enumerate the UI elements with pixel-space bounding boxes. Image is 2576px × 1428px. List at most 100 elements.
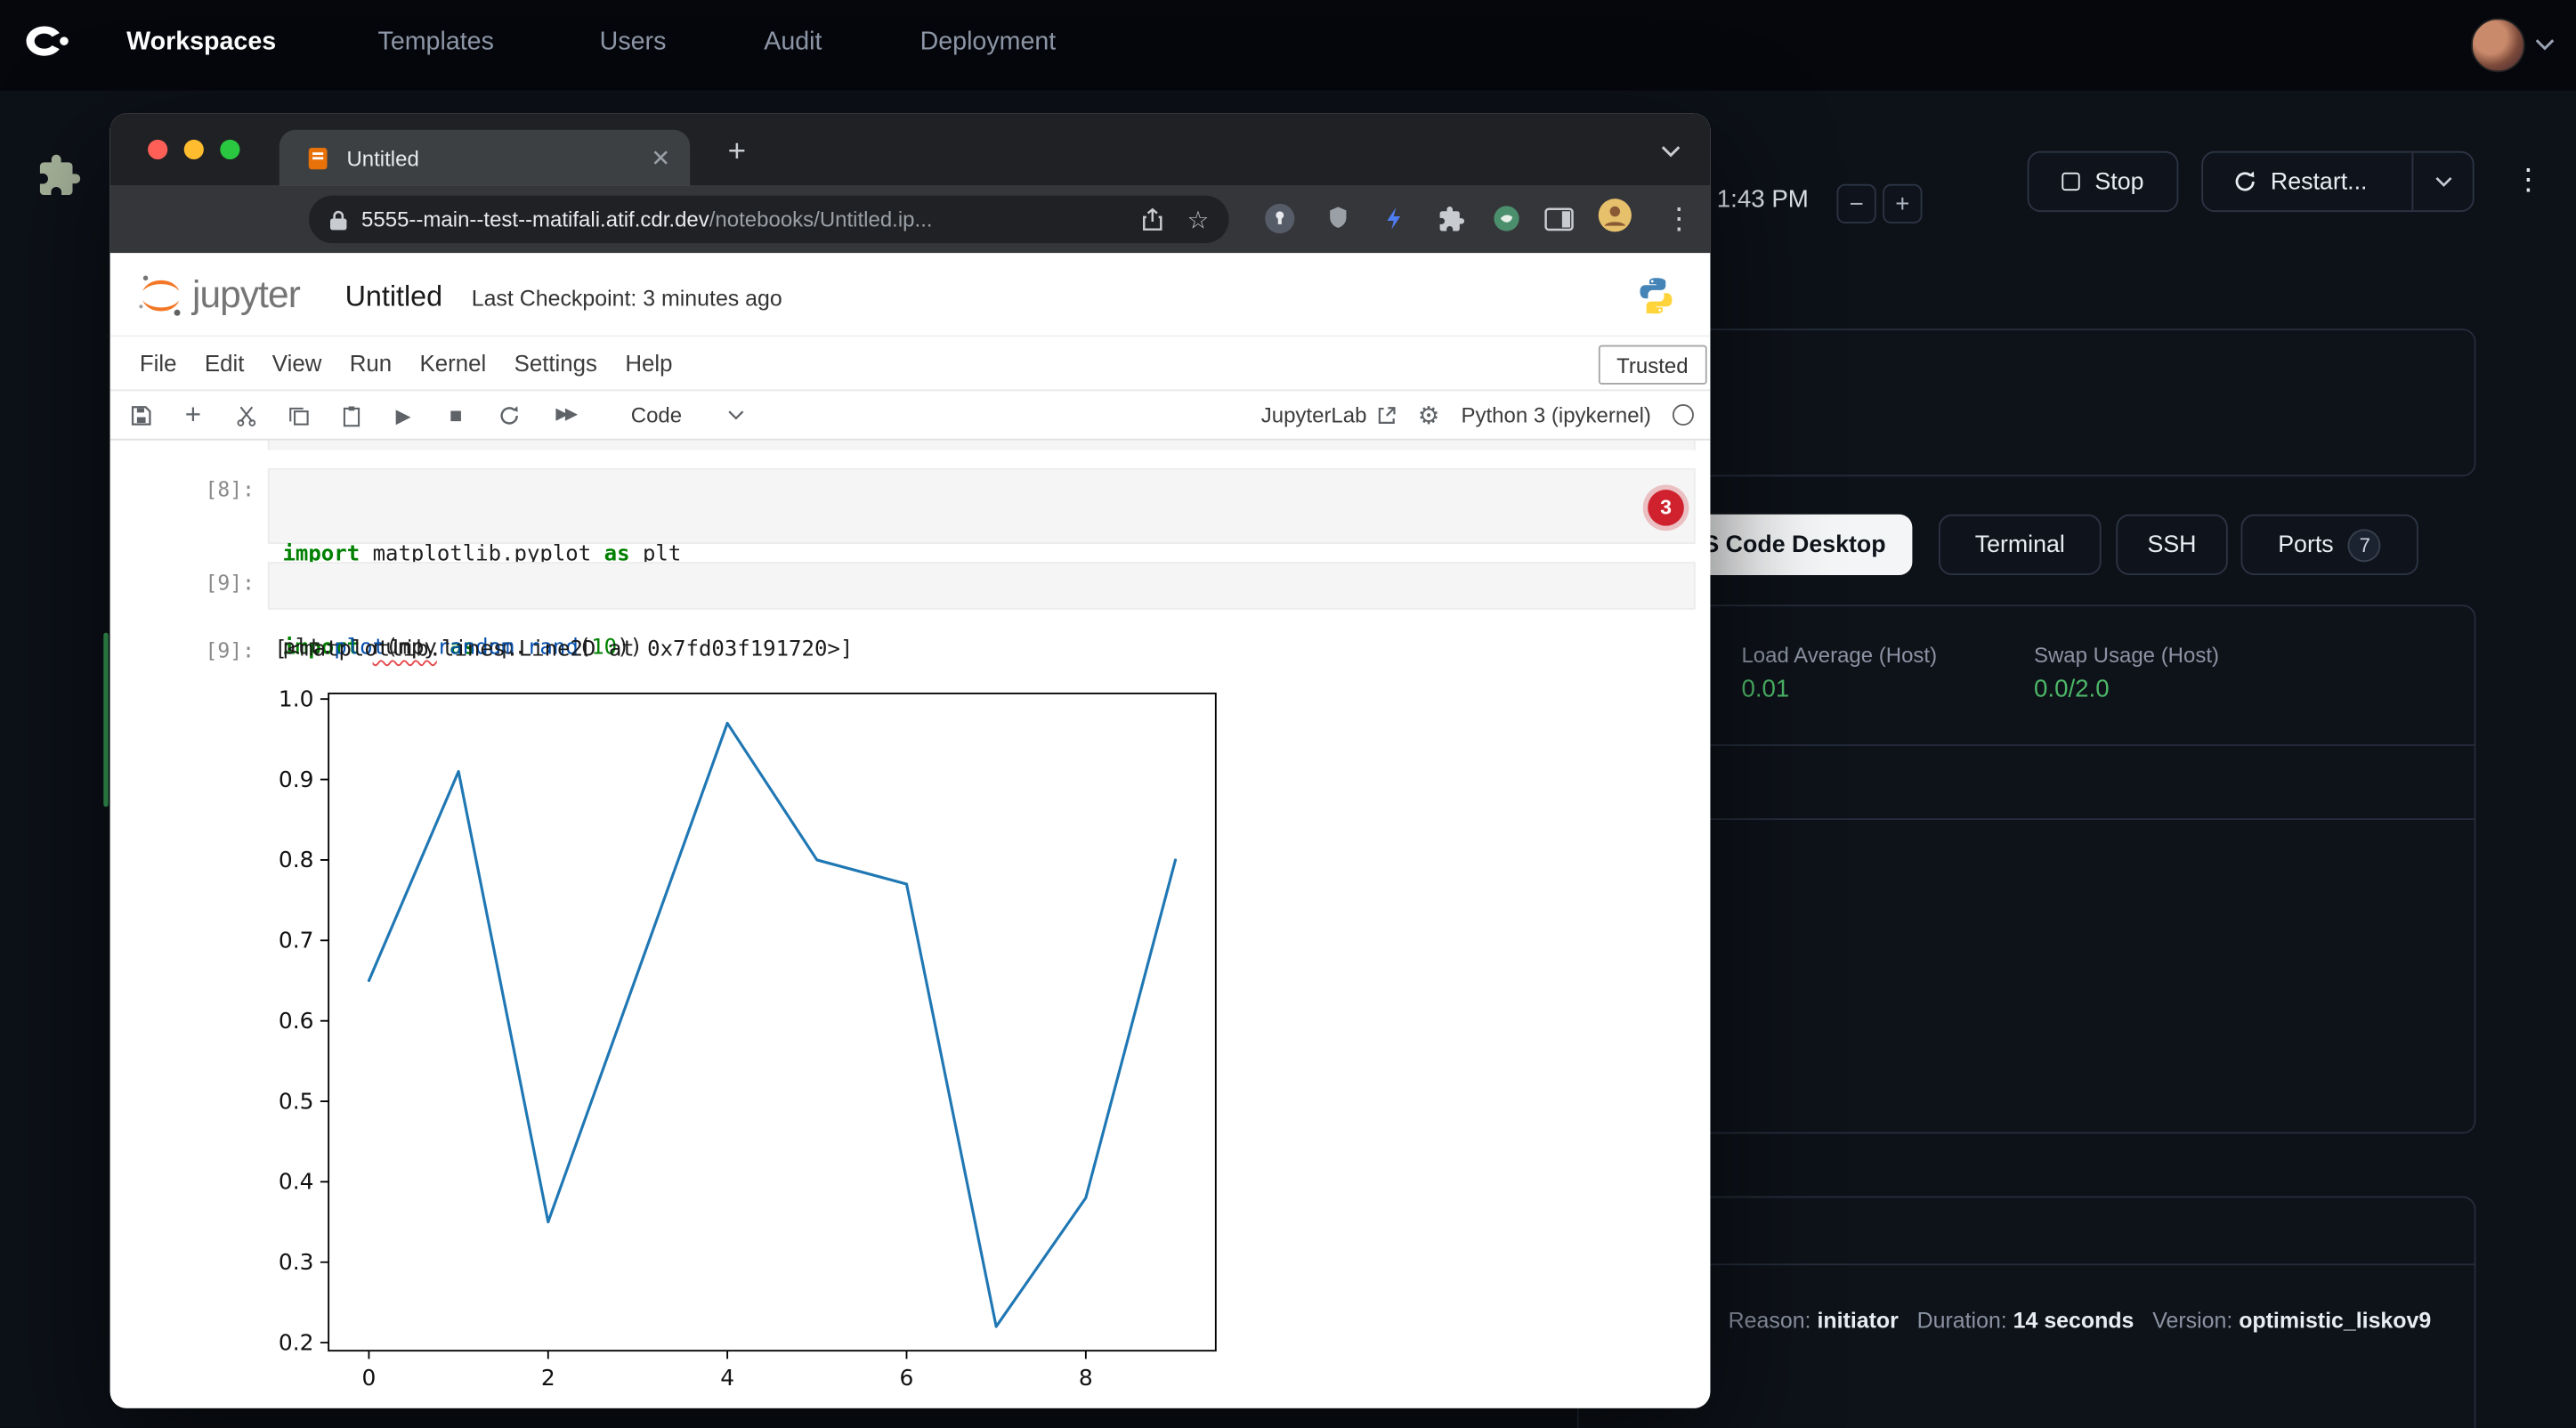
- menu-edit[interactable]: Edit: [205, 350, 245, 377]
- sidebar-toggle-icon[interactable]: [1541, 200, 1577, 237]
- settings-gear-icon[interactable]: ⚙: [1418, 400, 1440, 429]
- terminal-button[interactable]: Terminal: [1939, 515, 2102, 575]
- svg-text:0.2: 0.2: [279, 1329, 314, 1355]
- maximize-window-button[interactable]: [220, 140, 239, 159]
- nav-deployment[interactable]: Deployment: [920, 28, 1057, 57]
- run-cell-icon[interactable]: ▶: [389, 401, 417, 428]
- minimize-window-button[interactable]: [184, 140, 204, 159]
- cell8-input[interactable]: import matplotlib.pyplot as plt import n…: [268, 468, 1696, 544]
- trusted-button[interactable]: Trusted: [1599, 345, 1706, 385]
- jupyter-menubar: File Edit View Run Kernel Settings Help …: [110, 337, 1711, 391]
- restart-button[interactable]: Restart...: [2203, 168, 2397, 195]
- extensions-puzzle-icon[interactable]: [1432, 200, 1469, 237]
- vscode-desktop-label: VS Code Desktop: [1688, 531, 1886, 558]
- open-jupyterlab-link[interactable]: JupyterLab: [1261, 402, 1397, 427]
- green-extension-icon[interactable]: [1488, 200, 1525, 237]
- share-icon[interactable]: [1139, 207, 1164, 233]
- address-bar[interactable]: 5555--main--test--matifali.atif.cdr.dev …: [309, 196, 1229, 244]
- tab-title: Untitled: [346, 145, 418, 170]
- nav-templates[interactable]: Templates: [378, 28, 494, 57]
- jupyter-logo-icon: [136, 272, 185, 320]
- duration-label: Duration:: [1917, 1308, 2007, 1333]
- browser-window: Untitled ✕ + ← → ↻ 5555--main--test--mat…: [110, 113, 1711, 1408]
- svg-text:0.8: 0.8: [279, 847, 314, 872]
- build-timeline-accent: [103, 633, 109, 807]
- puzzle-icon: [36, 153, 83, 199]
- shield-extension-icon[interactable]: [1319, 200, 1356, 237]
- cell9-input[interactable]: plt.plot(np.random.rand(10)): [268, 562, 1696, 610]
- ssh-button[interactable]: SSH: [2116, 515, 2228, 575]
- restart-options-button[interactable]: [2411, 153, 2472, 211]
- restart-run-all-icon[interactable]: ▶▶: [547, 401, 584, 428]
- tab-strip: Untitled ✕ +: [110, 113, 1711, 185]
- notebook-content: [8]: import matplotlib.pyplot as plt imp…: [110, 441, 1711, 1408]
- nav-audit[interactable]: Audit: [764, 28, 822, 57]
- stop-button[interactable]: Stop: [2028, 151, 2179, 212]
- notebook-title[interactable]: Untitled: [345, 280, 443, 314]
- svg-text:0.4: 0.4: [279, 1169, 314, 1195]
- restart-icon: [2232, 169, 2257, 194]
- bookmark-star-icon[interactable]: ☆: [1187, 205, 1210, 234]
- url-path: /notebooks/Untitled.ip...: [709, 207, 933, 232]
- menu-kernel[interactable]: Kernel: [420, 350, 487, 377]
- menu-file[interactable]: File: [140, 350, 177, 377]
- zoom-out-button[interactable]: −: [1836, 184, 1875, 223]
- user-avatar[interactable]: [2471, 18, 2525, 72]
- user-menu-chevron-icon[interactable]: [2535, 37, 2555, 51]
- browser-profile-avatar[interactable]: [1597, 197, 1633, 233]
- tab-close-icon[interactable]: ✕: [651, 143, 670, 171]
- workspace-clock: 1:43 PM: [1717, 186, 1809, 214]
- panel-divider: [1579, 744, 2475, 746]
- notebook-favicon: [305, 145, 330, 170]
- svg-text:0.6: 0.6: [279, 1008, 314, 1034]
- cell8-prompt: [8]:: [156, 476, 255, 501]
- cut-cell-icon[interactable]: [231, 401, 259, 428]
- external-link-icon: [1377, 405, 1397, 425]
- swap-usage-label: Swap Usage (Host): [2034, 643, 2219, 668]
- onepassword-extension-icon[interactable]: [1261, 200, 1298, 237]
- cell-type-dropdown[interactable]: Code: [631, 402, 744, 427]
- workspace-menu-kebab-icon[interactable]: ⋮: [2514, 165, 2543, 194]
- menu-view[interactable]: View: [272, 350, 322, 377]
- save-icon[interactable]: [126, 401, 154, 428]
- nav-users[interactable]: Users: [600, 28, 667, 57]
- lock-icon: [328, 207, 348, 231]
- svg-text:2: 2: [541, 1365, 555, 1391]
- checkpoint-status: Last Checkpoint: 3 minutes ago: [472, 286, 782, 311]
- ports-button[interactable]: Ports 7: [2241, 515, 2418, 575]
- reason-label: Reason:: [1729, 1308, 1811, 1333]
- menu-run[interactable]: Run: [350, 350, 392, 377]
- coder-logo-icon: [21, 21, 70, 68]
- new-tab-button[interactable]: +: [728, 136, 747, 167]
- jupyter-wordmark: jupyter: [192, 272, 300, 317]
- menu-help[interactable]: Help: [625, 350, 672, 377]
- nav-workspaces[interactable]: Workspaces: [126, 28, 276, 57]
- kernel-name[interactable]: Python 3 (ipykernel): [1462, 402, 1651, 427]
- bolt-extension-icon[interactable]: [1377, 200, 1414, 237]
- close-window-button[interactable]: [148, 140, 167, 159]
- workspace-stats-panel: [1577, 604, 2476, 1133]
- browser-tab[interactable]: Untitled ✕: [279, 130, 690, 186]
- matplotlib-line-chart: 0.20.30.40.50.60.70.80.91.002468: [247, 670, 1298, 1408]
- duration-value: 14 seconds: [2013, 1308, 2135, 1333]
- svg-text:8: 8: [1079, 1365, 1093, 1391]
- copy-cell-icon[interactable]: [284, 401, 312, 428]
- svg-text:6: 6: [900, 1365, 914, 1391]
- menu-settings[interactable]: Settings: [514, 350, 597, 377]
- add-cell-icon[interactable]: +: [179, 401, 207, 428]
- kernel-status-icon[interactable]: [1673, 404, 1694, 426]
- collaborator-count-badge[interactable]: 3: [1648, 490, 1684, 526]
- browser-menu-kebab-icon[interactable]: ⋮: [1661, 200, 1697, 237]
- tab-search-chevron-icon[interactable]: [1661, 144, 1681, 158]
- svg-text:0: 0: [362, 1365, 377, 1391]
- jupyter-notebook: jupyter Untitled Last Checkpoint: 3 minu…: [110, 253, 1711, 1408]
- restart-kernel-icon[interactable]: [495, 401, 522, 428]
- clipped-cell-above: [268, 441, 1696, 450]
- interrupt-kernel-icon[interactable]: ■: [441, 401, 469, 428]
- svg-text:0.9: 0.9: [279, 767, 314, 792]
- url-host: 5555--main--test--matifali.atif.cdr.dev: [361, 207, 709, 232]
- reason-value: initiator: [1817, 1308, 1898, 1333]
- zoom-in-button[interactable]: +: [1883, 184, 1922, 223]
- paste-cell-icon[interactable]: [336, 401, 364, 428]
- panel-divider: [1579, 818, 2475, 820]
